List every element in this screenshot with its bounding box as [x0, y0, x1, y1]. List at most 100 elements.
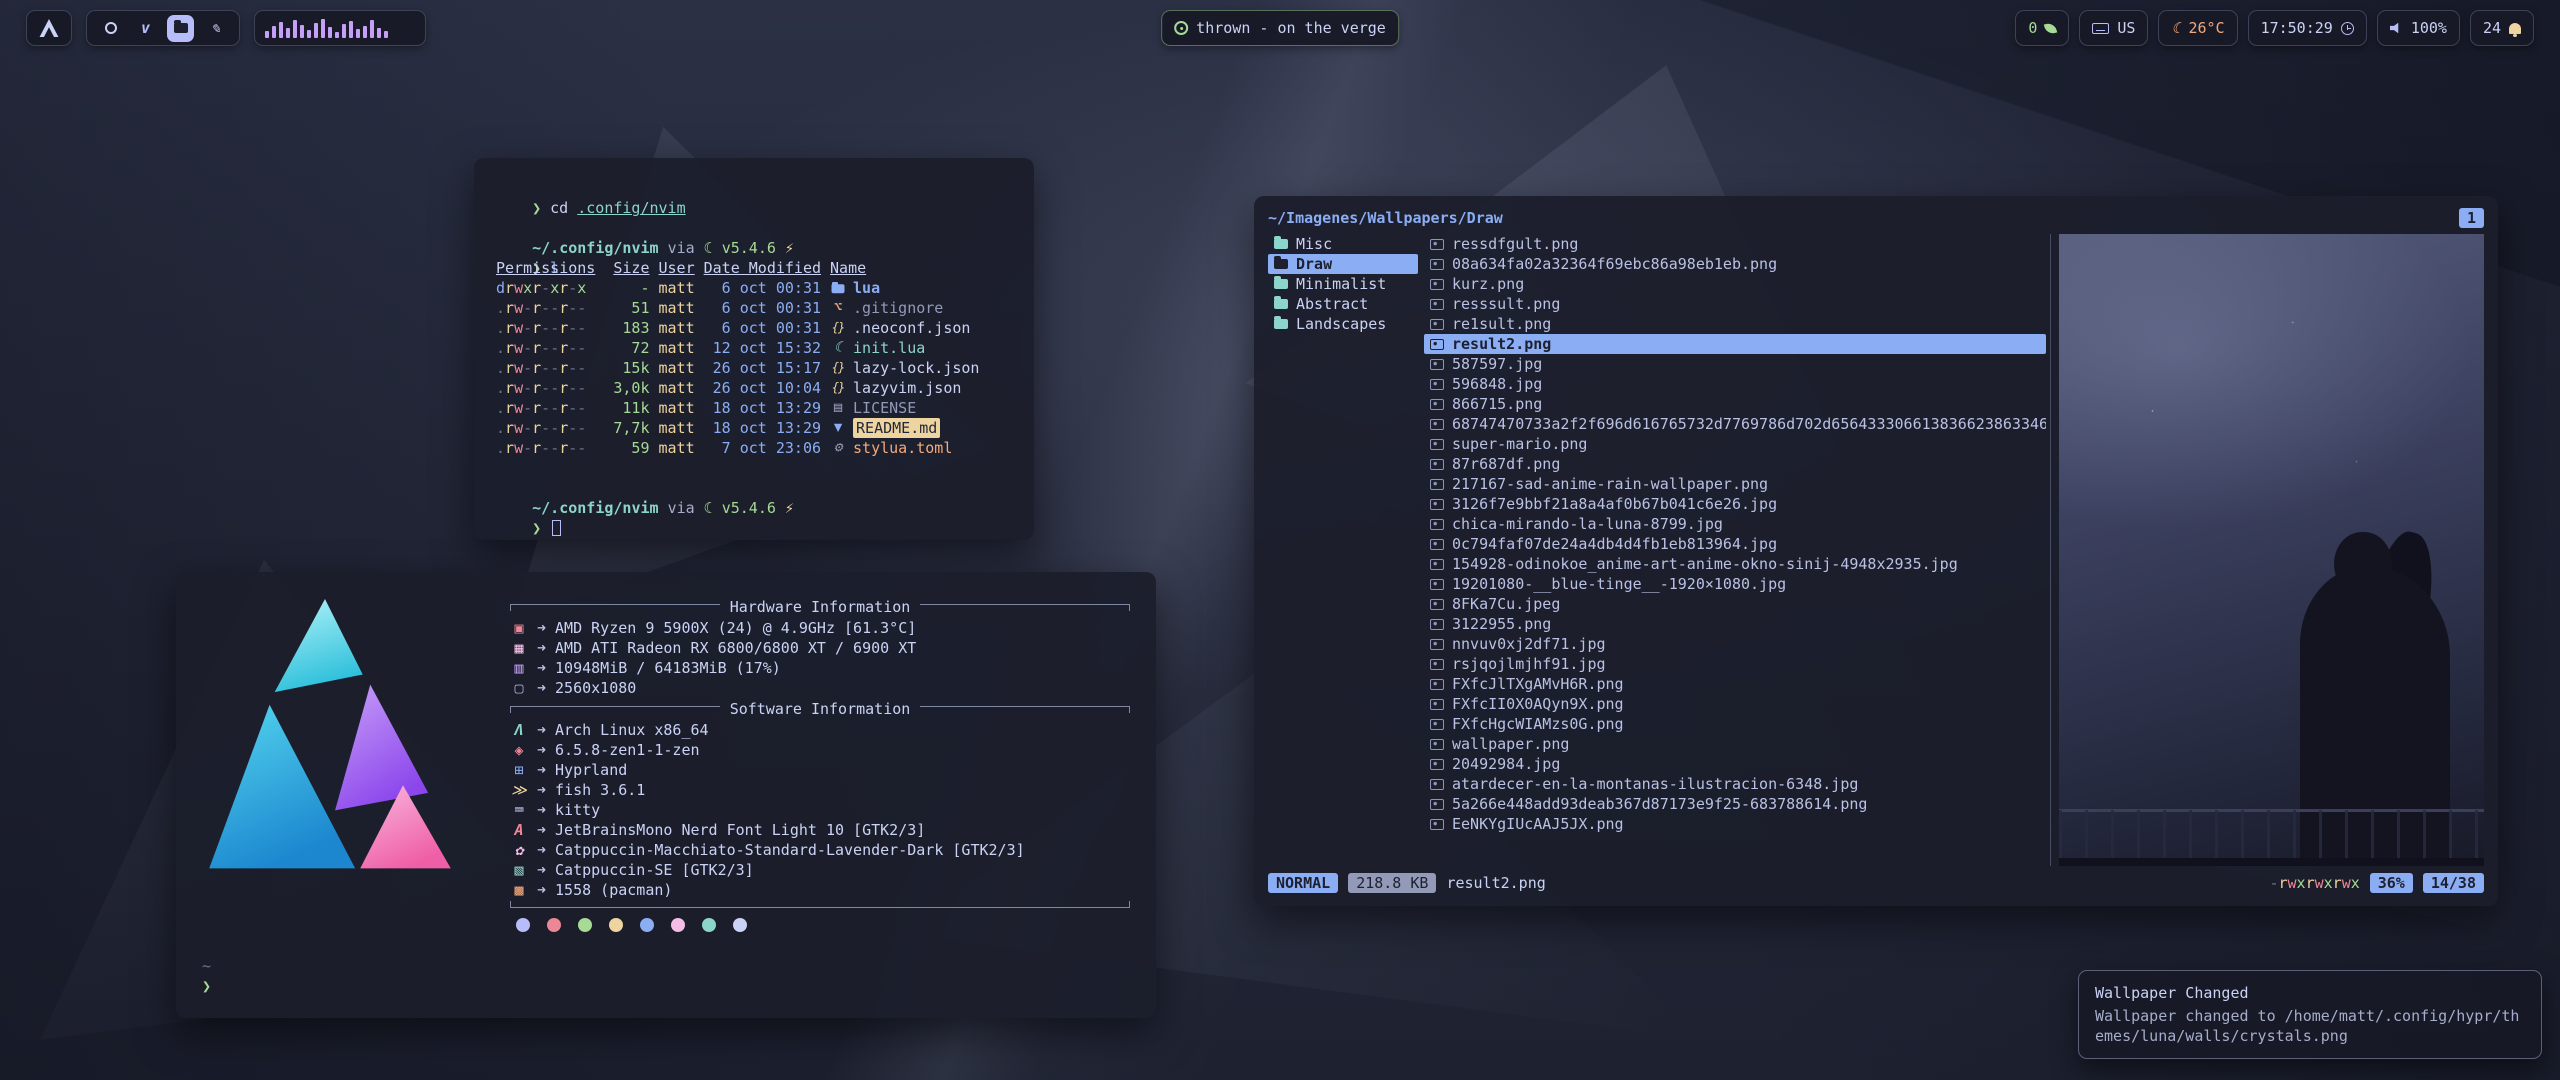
file-item[interactable]: 5a266e448add93deab367d87173e9f25-6837886… [1424, 794, 2046, 814]
file-item[interactable]: 87r687df.png [1424, 454, 2046, 474]
directory-item[interactable]: Abstract [1268, 294, 1418, 314]
file-item[interactable]: 08a634fa02a32364f69ebc86a98eb1eb.png [1424, 254, 2046, 274]
launcher-button[interactable] [26, 10, 72, 46]
file-item[interactable]: 0c794faf07de24a4db4d4fb1eb813964.jpg [1424, 534, 2046, 554]
file-item[interactable]: chica-mirando-la-luna-8799.jpg [1424, 514, 2046, 534]
file-item[interactable]: 587597.jpg [1424, 354, 2046, 374]
arrow-icon: ➜ [537, 821, 546, 839]
file-item[interactable]: 19201080-__blue-tinge__-1920×1080.jpg [1424, 574, 2046, 594]
image-file-icon [1430, 639, 1444, 650]
workspace-paint[interactable] [202, 15, 229, 42]
file-item[interactable]: 596848.jpg [1424, 374, 2046, 394]
notification-popup[interactable]: Wallpaper Changed Wallpaper changed to /… [2078, 970, 2542, 1059]
workspace-files[interactable] [167, 15, 194, 42]
viz-bar [300, 25, 304, 38]
preview-pane [2050, 234, 2484, 866]
file-name: lua [853, 278, 880, 298]
file-item[interactable]: rsjqojlmjhf91.jpg [1424, 654, 2046, 674]
notification-widget[interactable]: 24 [2470, 10, 2534, 46]
image-file-icon [1430, 619, 1444, 630]
arrow-icon: ➜ [537, 721, 546, 739]
file-item[interactable]: 8FKa7Cu.jpeg [1424, 594, 2046, 614]
file-item[interactable]: atardecer-en-la-montanas-ilustracion-634… [1424, 774, 2046, 794]
preview-railing-posts [2059, 810, 2484, 860]
file-item[interactable]: EeNKYgIUcAAJ5JX.png [1424, 814, 2046, 834]
image-file-icon [1430, 319, 1444, 330]
file-item-name: super-mario.png [1452, 435, 1587, 453]
file-item[interactable]: resssult.png [1424, 294, 2046, 314]
file-item[interactable]: 68747470733a2f2f696d616765732d7769786d70… [1424, 414, 2046, 434]
arrow-icon: ➜ [537, 781, 546, 799]
file-size: - [604, 278, 649, 298]
header-date: Date Modified [704, 258, 821, 278]
image-file-icon [1430, 419, 1444, 430]
hardware-rows: ➜ AMD Ryzen 9 5900X (24) @ 4.9GHz [61.3°… [510, 618, 1130, 698]
fetch-main: Hardware Information ➜ AMD Ryzen 9 5900X… [202, 594, 1130, 956]
viz-bar [314, 23, 318, 38]
image-file-icon [1430, 819, 1444, 830]
arrow-icon: ➜ [537, 861, 546, 879]
fetch-icon [510, 761, 528, 779]
file-item[interactable]: FXfcJlTXgAMvH6R.png [1424, 674, 2046, 694]
file-item[interactable]: 3122955.png [1424, 614, 2046, 634]
file-item[interactable]: nnvuv0xj2df71.jpg [1424, 634, 2046, 654]
directory-name: Minimalist [1296, 275, 1386, 293]
fetch-info: Hardware Information ➜ AMD Ryzen 9 5900X… [510, 594, 1130, 956]
file-item-name: 217167-sad-anime-rain-wallpaper.png [1452, 475, 1768, 493]
file-item[interactable]: 154928-odinokoe_anime-art-anime-okno-sin… [1424, 554, 2046, 574]
folder-icon [1274, 259, 1288, 269]
header-name: Name [830, 258, 1012, 278]
file-item-name: resssult.png [1452, 295, 1560, 313]
viz-bar [370, 20, 374, 38]
arrow-icon: ➜ [537, 619, 546, 637]
file-item[interactable]: re1sult.png [1424, 314, 2046, 334]
fetch-row: ➜ AMD Ryzen 9 5900X (24) @ 4.9GHz [61.3°… [510, 618, 1130, 638]
file-name-cell: LICENSE [830, 398, 1012, 418]
file-item[interactable]: 20492984.jpg [1424, 754, 2046, 774]
keyboard-layout-widget[interactable]: US [2079, 10, 2148, 46]
file-item[interactable]: FXfcII0X0AQyn9X.png [1424, 694, 2046, 714]
clock-widget[interactable]: 17:50:29 [2248, 10, 2367, 46]
file-item[interactable]: kurz.png [1424, 274, 2046, 294]
viz-bar [307, 30, 311, 38]
temperature-widget[interactable]: 26°C [2158, 10, 2237, 46]
directory-item[interactable]: Draw [1268, 254, 1418, 274]
workspace-vim[interactable]: v [132, 15, 159, 42]
image-file-icon [1430, 339, 1444, 350]
leaf-icon [2044, 21, 2057, 34]
file-permissions: -rwxrwxrwx [2269, 874, 2359, 892]
volume-widget[interactable]: 100% [2377, 10, 2460, 46]
file-item[interactable]: 3126f7e9bbf21a8a4af0b67b041c6e26.jpg [1424, 494, 2046, 514]
directory-name: Abstract [1296, 295, 1368, 313]
divider [510, 604, 720, 611]
image-file-icon [1430, 579, 1444, 590]
file-item[interactable]: super-mario.png [1424, 434, 2046, 454]
divider [920, 706, 1130, 713]
directory-list: Misc Draw Minimalist Abstract Landscapes [1268, 234, 1418, 866]
directory-item[interactable]: Minimalist [1268, 274, 1418, 294]
image-file-icon [1430, 519, 1444, 530]
fetch-icon [510, 619, 528, 637]
fetch-value: 2560x1080 [555, 679, 636, 697]
directory-item[interactable]: Landscapes [1268, 314, 1418, 334]
fetch-row: ➜ 2560x1080 [510, 678, 1130, 698]
arrow-icon: ➜ [537, 741, 546, 759]
file-row: .rw-r--r-- 15k matt 26 oct 15:17 lazy-lo… [496, 358, 1012, 378]
tab-indicator[interactable]: 1 [2459, 208, 2484, 228]
audio-visualizer[interactable] [254, 10, 426, 46]
fetch-icon [510, 821, 528, 839]
file-item[interactable]: FXfcHgcWIAMzs0G.png [1424, 714, 2046, 734]
updates-widget[interactable]: 0 [2015, 10, 2069, 46]
status-bar: NORMAL 218.8 KB result2.png -rwxrwxrwx 3… [1268, 870, 2484, 896]
file-item[interactable]: result2.png [1424, 334, 2046, 354]
file-name: init.lua [853, 338, 925, 358]
file-item[interactable]: ressdfgult.png [1424, 234, 2046, 254]
file-item[interactable]: 217167-sad-anime-rain-wallpaper.png [1424, 474, 2046, 494]
file-item[interactable]: 866715.png [1424, 394, 2046, 414]
notification-count: 24 [2483, 19, 2501, 37]
file-item[interactable]: wallpaper.png [1424, 734, 2046, 754]
media-player-widget[interactable]: thrown - on the verge [1161, 10, 1399, 46]
file-item-name: chica-mirando-la-luna-8799.jpg [1452, 515, 1723, 533]
workspace-circle[interactable] [97, 15, 124, 42]
directory-item[interactable]: Misc [1268, 234, 1418, 254]
